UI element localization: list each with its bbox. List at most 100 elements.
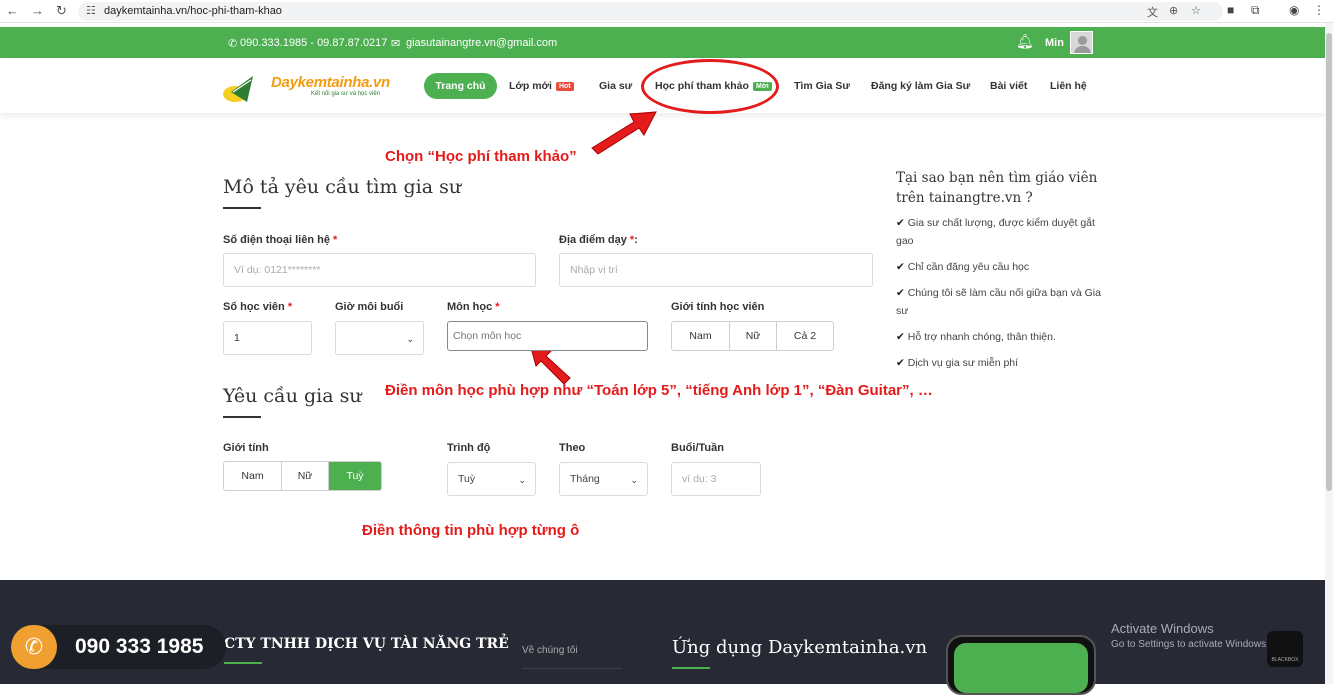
tutor-gender-female[interactable]: Nữ — [282, 462, 329, 490]
hours-label: Giờ môi buổi — [335, 301, 404, 313]
sidebar-item: ✔ Dịch vụ gia sư miễn phí — [896, 354, 1111, 372]
check-icon: ✔ — [896, 357, 905, 369]
logo-tagline: Kết nối gia sư và học viên — [311, 91, 381, 97]
subject-input[interactable]: Chọn môn học — [447, 321, 648, 351]
translate-icon[interactable]: 文 — [1147, 4, 1158, 20]
highlight-ellipse — [641, 59, 779, 114]
scrollbar-thumb[interactable] — [1326, 33, 1332, 491]
sidebar-item: ✔ Gia sư chất lượng, được kiểm duyệt gắt… — [896, 214, 1111, 250]
footer-divider — [522, 668, 622, 669]
bookmark-star-icon[interactable]: ☆ — [1191, 4, 1201, 17]
site-logo[interactable]: Daykemtainha.vn Kết nối gia sư và học vi… — [223, 73, 390, 105]
forward-icon[interactable]: → — [31, 3, 44, 18]
tutor-gender-male[interactable]: Nam — [224, 462, 282, 490]
students-label: Số học viên * — [223, 301, 292, 313]
required-mark: * — [287, 301, 293, 313]
browser-toolbar: ← → ↻ ☷ daykemtainha.vn/hoc-phi-tham-kha… — [0, 0, 1333, 23]
blackbox-widget[interactable]: BLACKBOX — [1267, 631, 1303, 667]
check-icon: ✔ — [896, 331, 905, 343]
logo-brand: Daykemtainha.vn — [271, 74, 390, 91]
sidebar-title: Tại sao bạn nên tìm giáo viên trên taina… — [896, 170, 1098, 206]
footer-app-title: Ứng dụng Daykemtainha.vn — [672, 637, 928, 658]
by-select[interactable]: Tháng ⌄ — [559, 462, 648, 496]
phone-label: Số điện thoại liên hệ * — [223, 234, 337, 246]
reload-icon[interactable]: ↻ — [56, 3, 67, 19]
location-input[interactable]: Nhập vị trí — [559, 253, 873, 287]
bell-icon[interactable]: 🔔︎ — [1016, 33, 1034, 50]
page-scrollbar[interactable] — [1325, 23, 1333, 684]
tutor-gender-label: Giới tính — [223, 442, 269, 454]
more-menu-icon[interactable]: ⋮ — [1313, 3, 1325, 17]
arrow-to-fees-icon — [591, 111, 657, 155]
sidebar-item-text: Hỗ trợ nhanh chóng, thân thiện. — [907, 331, 1056, 343]
nav-new-classes[interactable]: Lớp mới Hot — [509, 80, 574, 92]
annotation-fill-hint: Điền thông tin phù hợp từng ô — [362, 522, 580, 539]
nav-articles[interactable]: Bài viết — [990, 80, 1027, 92]
nav-home[interactable]: Trang chủ — [424, 73, 497, 99]
phone-label-text: Số điện thoại liên hệ — [223, 234, 330, 246]
sidebar-item-text: Chỉ cần đăng yêu cầu học — [907, 261, 1030, 273]
location-label: Địa điểm dạy *: — [559, 234, 638, 246]
back-icon[interactable]: ← — [6, 3, 19, 18]
student-gender-male[interactable]: Nam — [672, 322, 730, 350]
url-text[interactable]: daykemtainha.vn/hoc-phi-tham-khao — [104, 5, 282, 17]
hotline-button[interactable]: ✆ 090 333 1985 — [11, 625, 226, 669]
nav-find-tutor[interactable]: Tìm Gia Sư — [794, 80, 850, 92]
tutor-gender-any[interactable]: Tuỳ — [329, 462, 381, 490]
app-phone-screen — [954, 643, 1088, 693]
nav-tutors[interactable]: Gia sư — [599, 80, 632, 92]
location-colon: : — [634, 234, 638, 246]
contact-topbar: ✆ 090.333.1985 - 09.87.87.0217 ✉ giasuta… — [0, 27, 1325, 58]
extension-icon[interactable]: ■ — [1227, 3, 1234, 17]
subject-label: Môn học * — [447, 301, 500, 313]
zoom-icon[interactable]: ⊕ — [1169, 4, 1178, 17]
sessions-label: Buổi/Tuần — [671, 442, 724, 454]
avatar[interactable] — [1070, 31, 1093, 54]
topbar-phones[interactable]: 090.333.1985 - 09.87.87.0217 — [240, 37, 387, 49]
tutor-req-underline — [223, 416, 261, 418]
student-gender-female[interactable]: Nữ — [730, 322, 777, 350]
sidebar-item-text: Dịch vụ gia sư miễn phí — [907, 357, 1019, 369]
student-gender-toggle[interactable]: Nam Nữ Cả 2 — [671, 321, 834, 351]
annotation-subject-hint: Điền môn học phù hợp như “Toán lớp 5”, “… — [385, 382, 933, 399]
user-name[interactable]: Min — [1045, 37, 1064, 49]
check-icon: ✔ — [896, 287, 905, 299]
puzzle-icon[interactable]: ⧉ — [1251, 3, 1260, 18]
sidebar-item: ✔ Hỗ trợ nhanh chóng, thân thiện. — [896, 328, 1111, 346]
topbar-email[interactable]: giasutainangtre.vn@gmail.com — [406, 37, 557, 49]
sidebar-item-text: Chúng tôi sẽ làm cầu nối giữa bạn và Gia… — [896, 287, 1101, 317]
tutor-req-title: Yêu cầu gia sư — [223, 385, 362, 407]
level-select[interactable]: Tuỳ ⌄ — [447, 462, 536, 496]
required-mark: * — [333, 234, 338, 246]
level-select-value: Tuỳ — [458, 473, 476, 485]
sessions-input[interactable]: ví dụ: 3 — [671, 462, 761, 496]
activate-windows-title: Activate Windows — [1111, 621, 1214, 636]
chevron-down-icon: ⌄ — [406, 334, 414, 344]
level-label: Trình độ — [447, 442, 491, 454]
phone-input[interactable]: Ví dụ: 0121******** — [223, 253, 536, 287]
tutor-gender-toggle[interactable]: Nam Nữ Tuỳ — [223, 461, 382, 491]
students-input[interactable]: 1 — [223, 321, 312, 355]
hotline-number: 090 333 1985 — [75, 635, 204, 658]
phone-icon: ✆ — [228, 38, 238, 50]
sidebar-item-text: Gia sư chất lượng, được kiểm duyệt gắt g… — [896, 217, 1095, 247]
student-gender-both[interactable]: Cả 2 — [777, 322, 833, 350]
footer-link-about[interactable]: Về chúng tôi — [522, 645, 578, 656]
nav-new-classes-label: Lớp mới — [509, 80, 552, 92]
site-info-icon[interactable]: ☷ — [86, 4, 96, 17]
by-select-value: Tháng — [570, 473, 600, 485]
mail-icon: ✉ — [391, 38, 401, 50]
nav-contact[interactable]: Liên hệ — [1050, 80, 1087, 92]
by-label: Theo — [559, 442, 586, 454]
check-icon: ✔ — [896, 217, 905, 229]
title-underline — [223, 207, 261, 209]
profile-icon[interactable]: ◉ — [1289, 3, 1299, 17]
address-bar[interactable]: ☷ daykemtainha.vn/hoc-phi-tham-khao 文 ⊕ … — [78, 2, 1223, 21]
nav-register-tutor[interactable]: Đăng ký làm Gia Sư — [871, 80, 970, 92]
annotation-choose-fees: Chọn “Học phí tham khảo” — [385, 148, 577, 165]
form-title: Mô tả yêu cầu tìm gia sư — [223, 176, 462, 198]
hours-select[interactable]: ⌄ — [335, 321, 424, 355]
students-label-text: Số học viên — [223, 301, 285, 313]
sidebar-item: ✔ Chỉ cần đăng yêu cầu học — [896, 258, 1111, 276]
student-gender-label: Giới tính học viên — [671, 301, 765, 313]
